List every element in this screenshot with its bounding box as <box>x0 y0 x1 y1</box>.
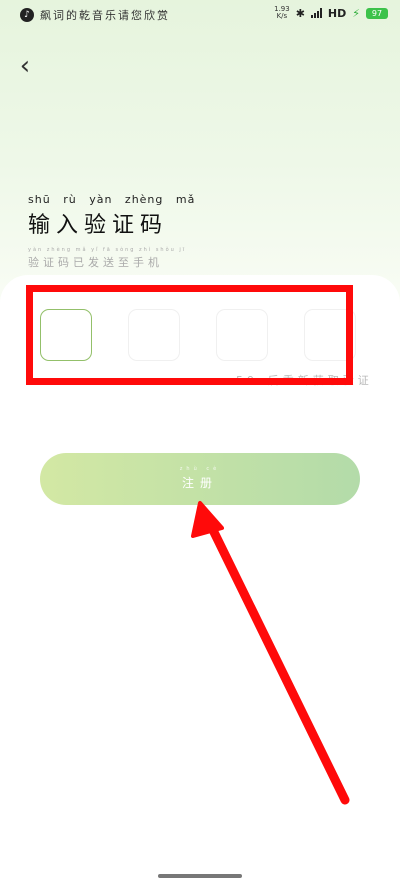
annotation-arrow <box>191 501 350 805</box>
home-indicator[interactable] <box>158 874 242 878</box>
